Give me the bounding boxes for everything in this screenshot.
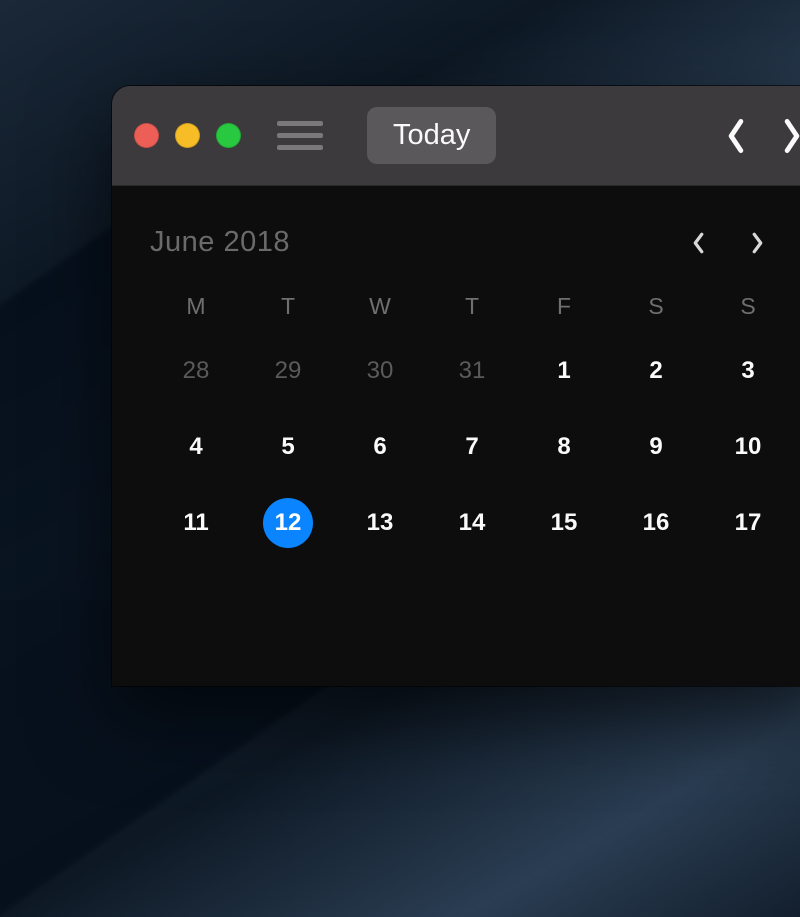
dow-label: T	[426, 293, 518, 320]
day-cell[interactable]: 16	[610, 498, 702, 548]
calendar-window: Today June 2018 M T W	[112, 86, 800, 686]
day-cell[interactable]: 28	[150, 346, 242, 396]
day-cell[interactable]: 8	[518, 422, 610, 472]
titlebar: Today	[112, 86, 800, 186]
day-cell[interactable]: 30	[334, 346, 426, 396]
calendar-grid: M T W T F S S 28 29 30 31 1 2 3 4 5 6 7 …	[150, 293, 794, 548]
day-cell[interactable]: 3	[702, 346, 794, 396]
day-cell[interactable]: 7	[426, 422, 518, 472]
month-label: June 2018	[150, 226, 290, 259]
day-cell[interactable]: 29	[242, 346, 334, 396]
calendar-body: June 2018 M T W T F S S 28 29 30 31 1	[112, 186, 800, 686]
day-cell[interactable]: 14	[426, 498, 518, 548]
menu-icon[interactable]	[277, 121, 323, 150]
month-next-icon[interactable]	[751, 232, 764, 254]
dow-label: W	[334, 293, 426, 320]
minimize-button[interactable]	[175, 123, 200, 148]
day-cell[interactable]: 9	[610, 422, 702, 472]
day-cell[interactable]: 5	[242, 422, 334, 472]
day-cell[interactable]: 10	[702, 422, 794, 472]
day-cell[interactable]: 2	[610, 346, 702, 396]
day-cell[interactable]: 31	[426, 346, 518, 396]
day-cell[interactable]: 15	[518, 498, 610, 548]
dow-label: M	[150, 293, 242, 320]
today-button[interactable]: Today	[367, 107, 496, 164]
fullscreen-button[interactable]	[216, 123, 241, 148]
chevron-right-icon[interactable]	[782, 119, 800, 153]
dow-label: S	[610, 293, 702, 320]
close-button[interactable]	[134, 123, 159, 148]
dow-label: S	[702, 293, 794, 320]
day-cell[interactable]: 11	[150, 498, 242, 548]
day-cell[interactable]: 13	[334, 498, 426, 548]
toolbar-nav	[726, 119, 800, 153]
day-cell[interactable]: 17	[702, 498, 794, 548]
day-cell[interactable]: 4	[150, 422, 242, 472]
traffic-lights	[134, 123, 241, 148]
dow-label: T	[242, 293, 334, 320]
day-cell-selected[interactable]: 12	[242, 498, 334, 548]
month-nav	[692, 232, 794, 254]
day-cell[interactable]: 1	[518, 346, 610, 396]
dow-label: F	[518, 293, 610, 320]
chevron-left-icon[interactable]	[726, 119, 746, 153]
month-header: June 2018	[150, 226, 794, 259]
day-cell[interactable]: 6	[334, 422, 426, 472]
month-prev-icon[interactable]	[692, 232, 705, 254]
